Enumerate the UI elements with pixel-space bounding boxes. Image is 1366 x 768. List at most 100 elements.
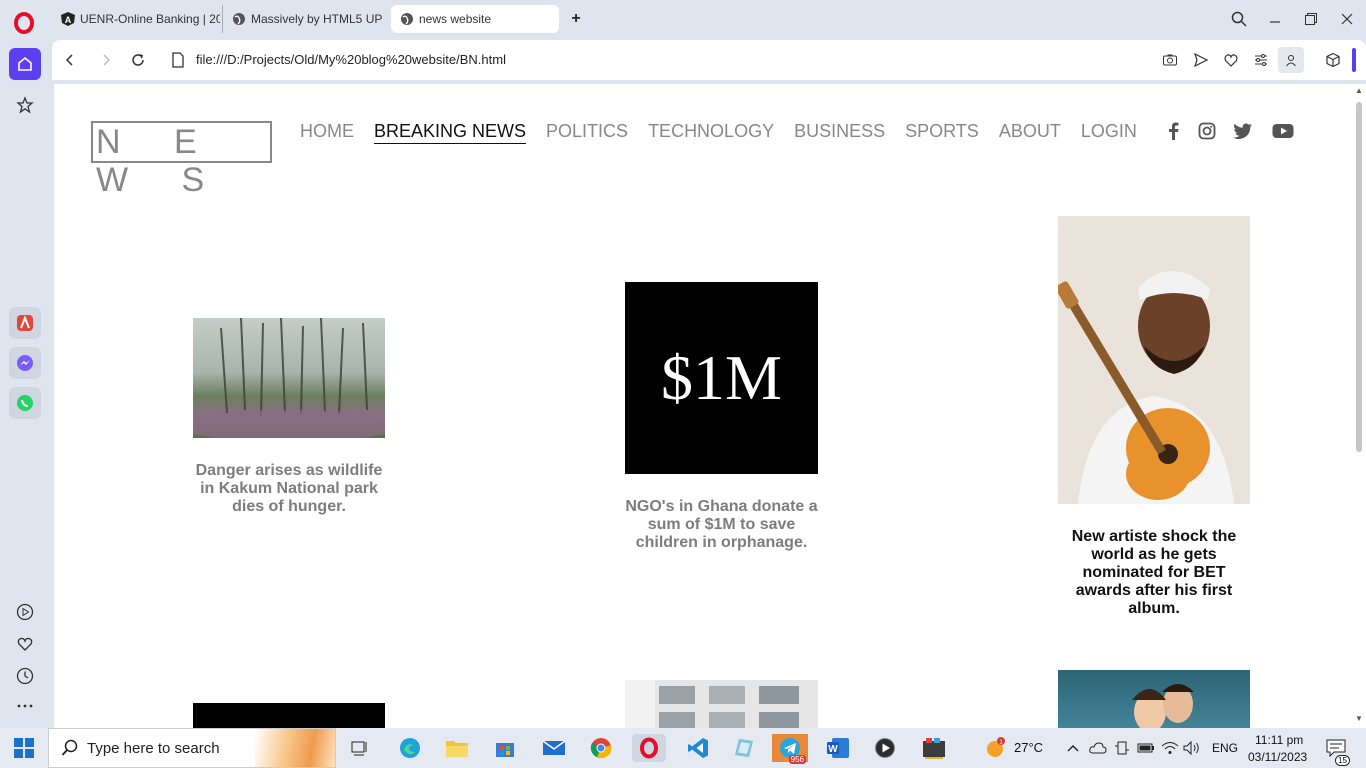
windows-taskbar: Type here to search 956 W 1 27°C ENG 11:… (0, 728, 1366, 768)
article-image-money[interactable]: $1M (625, 282, 818, 474)
article-caption[interactable]: NGO's in Ghana donate a sum of $1M to sa… (625, 498, 818, 552)
messenger-icon[interactable] (9, 347, 41, 379)
new-tab-button[interactable]: + (566, 10, 586, 28)
close-icon[interactable] (1334, 6, 1360, 32)
aria-icon[interactable] (9, 307, 41, 339)
heart-icon[interactable] (9, 628, 41, 660)
show-hidden-icons-chevron-icon[interactable] (1064, 734, 1082, 762)
screenshot-app-icon[interactable] (918, 734, 950, 762)
edge-icon[interactable] (396, 734, 424, 762)
article-image-artiste[interactable] (1058, 216, 1250, 504)
scroll-down-arrow-icon[interactable]: ▼ (1355, 714, 1363, 723)
minimize-icon[interactable] (1262, 6, 1288, 32)
tab-online-banking[interactable]: A UENR-Online Banking | 20 (52, 5, 220, 33)
telegram-icon[interactable]: 956 (772, 734, 808, 764)
weather-temp[interactable]: 27°C (1014, 740, 1043, 755)
youtube-icon[interactable] (1270, 120, 1296, 142)
nav-login[interactable]: LOGIN (1081, 121, 1137, 144)
search-icon (61, 739, 78, 756)
url-field[interactable]: file:///D:/Projects/Old/My%20blog%20webs… (196, 52, 506, 67)
opera-sidebar (0, 38, 50, 728)
search-placeholder: Type here to search (87, 739, 220, 757)
device-icon[interactable] (1110, 734, 1134, 762)
volume-icon[interactable] (1180, 734, 1204, 762)
send-icon[interactable] (1191, 50, 1211, 70)
tab-title: UENR-Online Banking | 20 (80, 12, 220, 26)
home-icon[interactable] (9, 48, 41, 80)
site-logo[interactable]: N E W S (91, 121, 272, 199)
wifi-icon[interactable] (1158, 734, 1182, 762)
tab-news-website[interactable]: news website (391, 5, 559, 33)
article-caption[interactable]: New artiste shock the world as he gets n… (1058, 528, 1250, 618)
nav-breaking-news[interactable]: BREAKING NEWS (374, 121, 527, 144)
tab-title: news website (419, 12, 492, 26)
search-highlight-image (255, 729, 335, 767)
media-player-icon[interactable] (871, 734, 899, 762)
twitter-icon[interactable] (1232, 120, 1254, 142)
forward-icon[interactable] (96, 50, 116, 70)
language-indicator[interactable]: ENG (1212, 741, 1238, 755)
article-image-couple[interactable] (1058, 670, 1250, 728)
vscode-icon[interactable] (684, 734, 712, 762)
article-image-building[interactable] (625, 680, 818, 728)
nav-business[interactable]: BUSINESS (794, 121, 885, 144)
clock-date[interactable]: 03/11/2023 (1248, 750, 1307, 764)
more-icon[interactable] (9, 690, 41, 722)
nav-about[interactable]: ABOUT (999, 121, 1061, 144)
word-icon[interactable]: W (824, 734, 852, 762)
back-icon[interactable] (60, 50, 80, 70)
battery-icon[interactable] (1134, 734, 1158, 762)
angular-icon: A (60, 11, 76, 27)
nav-sports[interactable]: SPORTS (905, 121, 979, 144)
cloud-sync-icon[interactable] (1086, 734, 1110, 762)
tab-massively[interactable]: Massively by HTML5 UP (222, 5, 387, 33)
microsoft-store-icon[interactable] (491, 734, 519, 762)
whatsapp-icon[interactable] (9, 387, 41, 419)
scroll-up-arrow-icon[interactable]: ▲ (1355, 86, 1363, 95)
mail-icon[interactable] (540, 734, 568, 762)
globe-icon (399, 11, 415, 27)
image-text: $1M (661, 342, 782, 413)
file-explorer-icon[interactable] (443, 734, 471, 762)
player-icon[interactable] (9, 596, 41, 628)
page-scrollbar[interactable]: ▲ ▼ (1352, 84, 1366, 728)
opera-taskbar-icon[interactable] (632, 734, 666, 762)
browser-tab-bar: A UENR-Online Banking | 20 Massively by … (0, 0, 1366, 38)
sidebar-toggle-indicator[interactable] (1352, 48, 1356, 72)
taskbar-search[interactable]: Type here to search (48, 728, 336, 768)
svg-text:A: A (65, 15, 72, 25)
article-image-forest[interactable] (193, 318, 385, 438)
camera-icon[interactable] (1160, 50, 1180, 70)
restore-icon[interactable] (1298, 6, 1324, 32)
profile-icon[interactable] (1278, 47, 1304, 73)
notes-app-icon[interactable] (730, 734, 758, 762)
clock-time[interactable]: 11:11 pm (1255, 733, 1303, 747)
instagram-icon[interactable] (1196, 120, 1218, 142)
task-view-icon[interactable] (346, 734, 374, 762)
telegram-badge: 956 (788, 755, 806, 764)
file-icon (168, 50, 188, 70)
address-bar: file:///D:/Projects/Old/My%20blog%20webs… (52, 40, 1366, 80)
heart-icon[interactable] (1221, 50, 1241, 70)
notifications-icon[interactable]: 15 (1322, 734, 1350, 766)
extensions-icon[interactable] (1323, 50, 1343, 70)
nav-politics[interactable]: POLITICS (546, 121, 628, 144)
opera-logo-icon[interactable] (12, 11, 36, 35)
reload-icon[interactable] (128, 50, 148, 70)
chrome-icon[interactable] (587, 734, 615, 762)
globe-icon (231, 11, 247, 27)
history-icon[interactable] (9, 660, 41, 692)
facebook-icon[interactable] (1162, 120, 1184, 142)
nav-home[interactable]: HOME (300, 121, 354, 144)
easy-setup-icon[interactable] (1251, 50, 1271, 70)
star-icon[interactable] (9, 89, 41, 121)
scrollbar-thumb[interactable] (1356, 102, 1362, 452)
svg-text:W: W (828, 744, 838, 755)
article-caption[interactable]: Danger arises as wildlife in Kakum Natio… (193, 462, 385, 516)
article-image-black[interactable] (193, 703, 385, 728)
weather-icon[interactable]: 1 (981, 734, 1009, 762)
notifications-count: 15 (1335, 755, 1350, 766)
windows-start-icon[interactable] (10, 734, 38, 762)
search-tabs-icon[interactable] (1226, 6, 1252, 32)
nav-technology[interactable]: TECHNOLOGY (648, 121, 774, 144)
